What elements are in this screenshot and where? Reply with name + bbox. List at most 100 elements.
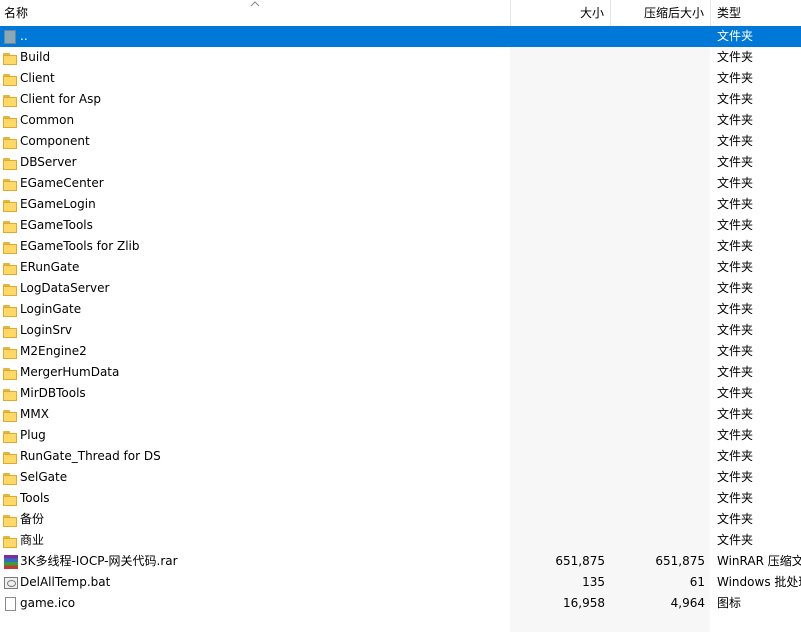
table-row[interactable]: MergerHumData 文件夹 — [0, 362, 801, 383]
table-row[interactable]: RunGate_Thread for DS 文件夹 — [0, 446, 801, 467]
table-row[interactable]: LoginSrv 文件夹 — [0, 320, 801, 341]
table-row[interactable]: Common 文件夹 — [0, 110, 801, 131]
file-name: game.ico — [20, 596, 76, 610]
file-type: 文件夹 — [717, 50, 754, 64]
folder-icon — [3, 491, 19, 507]
folder-icon — [3, 176, 19, 192]
file-name: Common — [20, 113, 75, 127]
file-size: 16,958 — [563, 596, 605, 610]
file-name: Tools — [20, 491, 50, 505]
file-type: 文件夹 — [717, 134, 754, 148]
folder-icon — [3, 50, 19, 66]
table-row[interactable]: M2Engine2 文件夹 — [0, 341, 801, 362]
column-header-size[interactable]: 大小 — [510, 0, 604, 26]
folder-icon — [3, 239, 19, 255]
column-divider[interactable] — [710, 0, 711, 26]
file-type: 文件夹 — [717, 29, 754, 43]
folder-icon — [3, 386, 19, 402]
folder-icon — [3, 407, 19, 423]
table-row[interactable]: Client 文件夹 — [0, 68, 801, 89]
table-row-selected[interactable]: .. 文件夹 — [0, 26, 801, 47]
table-row[interactable]: EGameLogin 文件夹 — [0, 194, 801, 215]
file-name: RunGate_Thread for DS — [20, 449, 161, 463]
folder-icon — [3, 71, 19, 87]
file-type: 文件夹 — [717, 281, 754, 295]
table-row[interactable]: game.ico 16,958 4,964 图标 — [0, 593, 801, 614]
table-row[interactable]: EGameTools for Zlib 文件夹 — [0, 236, 801, 257]
file-type: 图标 — [717, 596, 742, 610]
table-row[interactable]: LoginGate 文件夹 — [0, 299, 801, 320]
file-type: 文件夹 — [717, 428, 754, 442]
table-row[interactable]: Client for Asp 文件夹 — [0, 89, 801, 110]
table-row[interactable]: SelGate 文件夹 — [0, 467, 801, 488]
table-row[interactable]: Build 文件夹 — [0, 47, 801, 68]
rar-archive-icon — [3, 554, 19, 570]
file-type: 文件夹 — [717, 113, 754, 127]
file-name: EGameLogin — [20, 197, 96, 211]
file-type: 文件夹 — [717, 386, 754, 400]
table-row[interactable]: Component 文件夹 — [0, 131, 801, 152]
table-row[interactable]: 备份 文件夹 — [0, 509, 801, 530]
file-type: 文件夹 — [717, 302, 754, 316]
folder-icon — [3, 92, 19, 108]
file-name: 3K多线程-IOCP-网关代码.rar — [20, 554, 178, 568]
file-name: EGameTools — [20, 218, 93, 232]
file-name: LoginGate — [20, 302, 82, 316]
batch-file-icon — [3, 575, 19, 591]
file-name: SelGate — [20, 470, 68, 484]
parent-folder-icon — [3, 29, 19, 45]
folder-icon — [3, 449, 19, 465]
table-row[interactable]: ERunGate 文件夹 — [0, 257, 801, 278]
file-name: Component — [20, 134, 90, 148]
table-row[interactable]: 商业 文件夹 — [0, 530, 801, 551]
file-list[interactable]: .. 文件夹 Build 文件夹 Client 文件夹 Client for Asp 文件夹 C… — [0, 26, 801, 632]
table-row[interactable]: DBServer 文件夹 — [0, 152, 801, 173]
file-name: LogDataServer — [20, 281, 110, 295]
file-name: 商业 — [20, 533, 45, 547]
folder-icon — [3, 512, 19, 528]
table-row[interactable]: DelAllTemp.bat 135 61 Windows 批处理 — [0, 572, 801, 593]
folder-icon — [3, 134, 19, 150]
folder-icon — [3, 218, 19, 234]
file-name: Build — [20, 50, 51, 64]
file-name: Plug — [20, 428, 46, 442]
file-type: 文件夹 — [717, 218, 754, 232]
folder-icon — [3, 470, 19, 486]
column-header-packed-size[interactable]: 压缩后大小 — [610, 0, 704, 26]
file-name: .. — [20, 29, 28, 43]
ico-file-icon — [3, 596, 19, 612]
file-name: ERunGate — [20, 260, 80, 274]
column-header-type[interactable]: 类型 — [717, 0, 741, 26]
file-type: 文件夹 — [717, 323, 754, 337]
file-size: 651,875 — [555, 554, 605, 568]
file-name: Client for Asp — [20, 92, 101, 106]
folder-icon — [3, 113, 19, 129]
folder-icon — [3, 533, 19, 549]
file-name: EGameTools for Zlib — [20, 239, 140, 253]
packed-size: 61 — [689, 575, 705, 589]
table-row[interactable]: LogDataServer 文件夹 — [0, 278, 801, 299]
file-name: DBServer — [20, 155, 77, 169]
table-row[interactable]: Plug 文件夹 — [0, 425, 801, 446]
column-header-name[interactable]: 名称 — [4, 0, 28, 26]
folder-icon — [3, 155, 19, 171]
file-type: 文件夹 — [717, 344, 754, 358]
file-type: 文件夹 — [717, 155, 754, 169]
table-row[interactable]: MMX 文件夹 — [0, 404, 801, 425]
table-row[interactable]: EGameCenter 文件夹 — [0, 173, 801, 194]
file-name: EGameCenter — [20, 176, 104, 190]
file-type: 文件夹 — [717, 533, 754, 547]
file-type: 文件夹 — [717, 239, 754, 253]
table-row[interactable]: EGameTools 文件夹 — [0, 215, 801, 236]
file-type: 文件夹 — [717, 197, 754, 211]
file-name: DelAllTemp.bat — [20, 575, 111, 589]
folder-icon — [3, 323, 19, 339]
table-row[interactable]: Tools 文件夹 — [0, 488, 801, 509]
folder-icon — [3, 428, 19, 444]
folder-icon — [3, 344, 19, 360]
table-row[interactable]: MirDBTools 文件夹 — [0, 383, 801, 404]
table-row[interactable]: 3K多线程-IOCP-网关代码.rar 651,875 651,875 WinRAR … — [0, 551, 801, 572]
file-type: WinRAR 压缩文 — [717, 554, 801, 568]
sort-ascending-icon — [250, 1, 260, 7]
packed-size: 651,875 — [655, 554, 705, 568]
